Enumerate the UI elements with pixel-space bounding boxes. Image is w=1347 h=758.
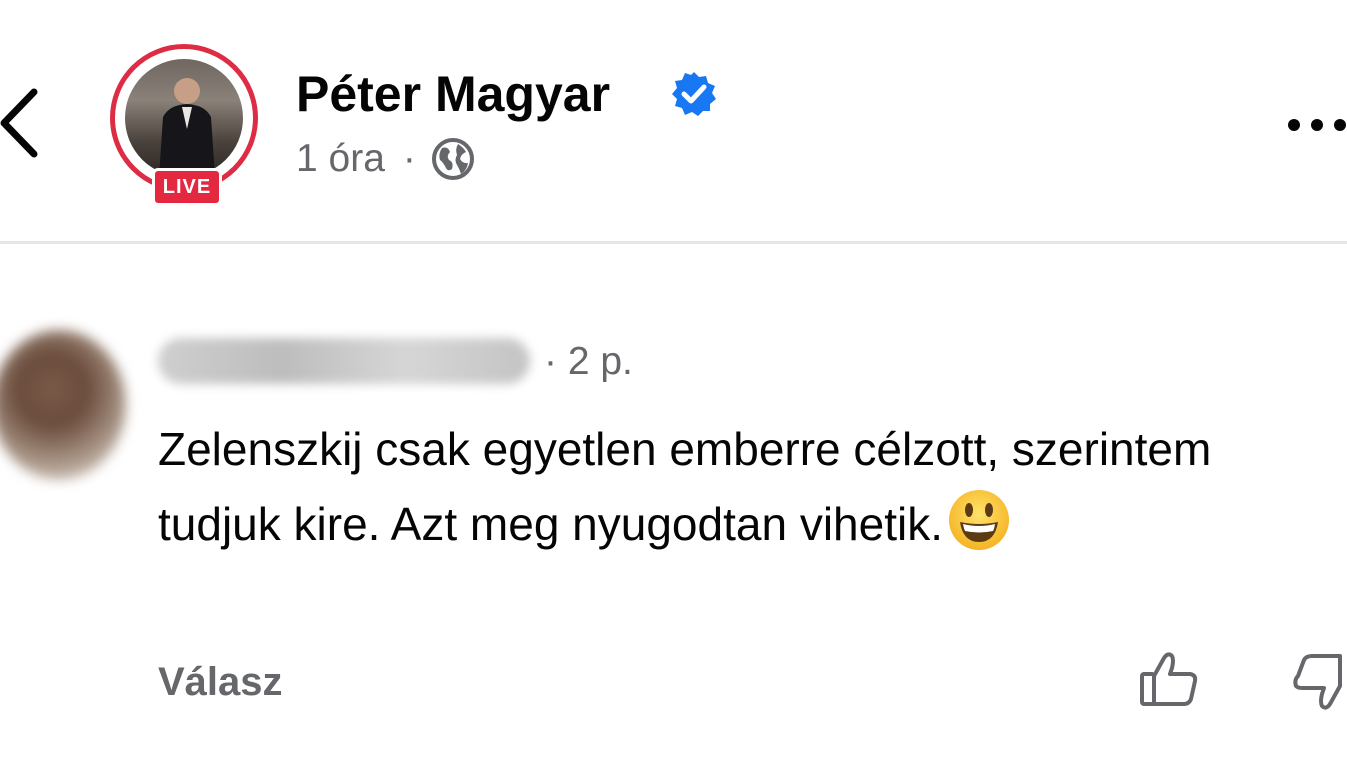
post-time: 1 óra xyxy=(296,137,385,180)
globe-icon xyxy=(431,138,474,180)
verified-badge-icon xyxy=(672,72,716,116)
author-photo xyxy=(125,59,243,177)
post-meta: 1 óra · xyxy=(296,134,476,184)
grinning-face-emoji xyxy=(949,489,1009,550)
meta-separator: · xyxy=(402,137,416,180)
commenter-name-blurred[interactable] xyxy=(158,338,530,384)
post-header: LIVE Péter Magyar 1 óra · xyxy=(0,0,1347,244)
comment-time: · 2 p. xyxy=(544,340,633,383)
comment: · 2 p. Zelenszkij csak egyetlen emberre … xyxy=(0,290,1347,758)
thumbs-up-icon[interactable] xyxy=(1138,648,1202,712)
thumbs-down-icon[interactable] xyxy=(1290,650,1347,714)
author-name[interactable]: Péter Magyar xyxy=(296,64,610,124)
comment-body: Zelenszkij csak egyetlen emberre célzott… xyxy=(158,423,1212,550)
live-badge: LIVE xyxy=(152,168,222,206)
chevron-left-icon[interactable] xyxy=(0,86,44,160)
commenter-avatar[interactable] xyxy=(0,330,126,480)
reply-button[interactable]: Válasz xyxy=(158,660,283,705)
more-horizontal-icon[interactable] xyxy=(1284,110,1347,140)
author-avatar[interactable]: LIVE xyxy=(110,44,264,208)
comment-text: Zelenszkij csak egyetlen emberre célzott… xyxy=(158,412,1298,562)
header-divider xyxy=(0,241,1347,244)
